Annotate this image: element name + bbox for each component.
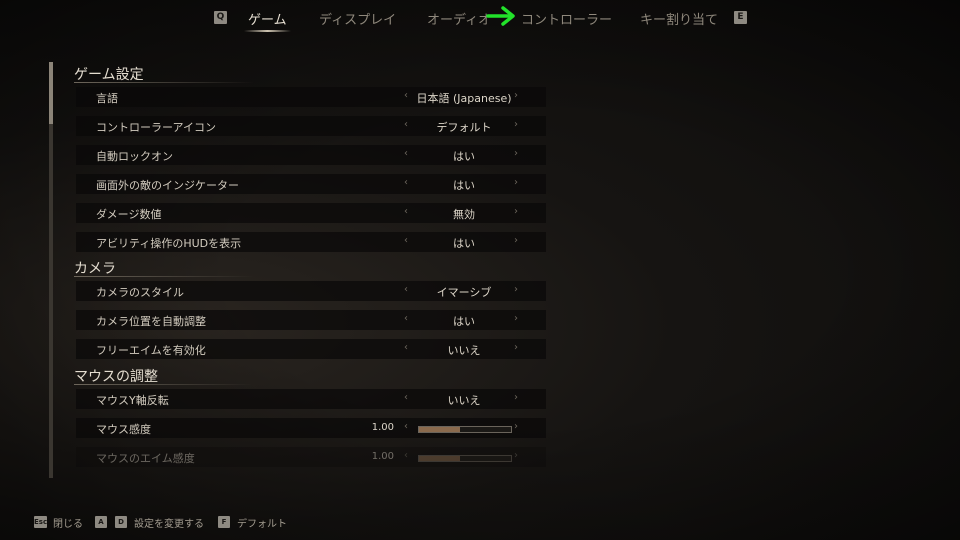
setting-row-language[interactable]: 言語 ‹ 日本語 (Japanese) › xyxy=(76,87,546,107)
tab-audio[interactable]: オーディオ xyxy=(427,9,491,28)
chevron-left-icon[interactable]: ‹ xyxy=(404,342,408,353)
slider-fill xyxy=(419,456,461,461)
setting-label: 自動ロックオン xyxy=(96,150,173,163)
setting-value: イマーシブ xyxy=(436,286,492,299)
chevron-left-icon[interactable]: ‹ xyxy=(404,206,408,217)
chevron-right-icon[interactable]: › xyxy=(514,148,518,159)
close-hint[interactable]: 閉じる xyxy=(53,515,83,530)
setting-value: 日本語 (Japanese) xyxy=(416,92,512,105)
slider-fill xyxy=(419,427,461,432)
chevron-left-icon[interactable]: ‹ xyxy=(404,235,408,246)
green-arrow-icon xyxy=(486,6,515,26)
setting-label: アビリティ操作のHUDを表示 xyxy=(96,237,242,250)
section-title-mouse: マウスの調整 xyxy=(74,369,158,385)
default-hint[interactable]: デフォルト xyxy=(237,515,287,530)
chevron-right-icon[interactable]: › xyxy=(514,177,518,188)
sensitivity-slider[interactable] xyxy=(418,426,512,433)
section-title-camera: カメラ xyxy=(74,261,116,277)
setting-label: マウスのエイム感度 xyxy=(96,452,195,465)
scrollbar-thumb[interactable] xyxy=(49,62,53,124)
chevron-right-icon[interactable]: › xyxy=(514,421,518,432)
tab-game[interactable]: ゲーム xyxy=(244,9,291,32)
setting-row-mouse-invert-y[interactable]: マウスY軸反転 ‹ いいえ › xyxy=(76,389,546,409)
chevron-right-icon[interactable]: › xyxy=(514,284,518,295)
setting-row-damage-numbers[interactable]: ダメージ数値 ‹ 無効 › xyxy=(76,203,546,223)
f-key-badge: F xyxy=(218,516,230,528)
section-divider xyxy=(74,384,254,385)
setting-row-mouse-sensitivity[interactable]: マウス感度 1.00 ‹ › xyxy=(76,418,546,438)
change-setting-hint[interactable]: 設定を変更する xyxy=(134,515,204,530)
setting-label: ダメージ数値 xyxy=(96,208,162,221)
setting-row-free-aim[interactable]: フリーエイムを有効化 ‹ いいえ › xyxy=(76,339,546,359)
chevron-right-icon[interactable]: › xyxy=(514,119,518,130)
d-key-badge: D xyxy=(115,516,127,528)
section-title-game: ゲーム設定 xyxy=(74,67,144,83)
chevron-right-icon[interactable]: › xyxy=(514,313,518,324)
chevron-left-icon[interactable]: ‹ xyxy=(404,148,408,159)
setting-value: はい xyxy=(453,179,475,192)
slider-value: 1.00 xyxy=(371,422,394,433)
chevron-right-icon[interactable]: › xyxy=(514,342,518,353)
section-divider xyxy=(74,82,254,83)
setting-row-camera-auto-adjust[interactable]: カメラ位置を自動調整 ‹ はい › xyxy=(76,310,546,330)
setting-row-controller-icon[interactable]: コントローラーアイコン ‹ デフォルト › xyxy=(76,116,546,136)
setting-row-auto-lockon[interactable]: 自動ロックオン ‹ はい › xyxy=(76,145,546,165)
setting-row-offscreen-indicator[interactable]: 画面外の敵のインジケーター ‹ はい › xyxy=(76,174,546,194)
chevron-left-icon[interactable]: ‹ xyxy=(404,177,408,188)
setting-label: 言語 xyxy=(96,92,118,105)
prev-tab-key[interactable]: Q xyxy=(214,11,227,24)
setting-row-mouse-aim-sensitivity[interactable]: マウスのエイム感度 1.00 ‹ › xyxy=(76,447,546,467)
section-divider xyxy=(74,276,254,277)
chevron-right-icon[interactable]: › xyxy=(514,450,518,461)
setting-label: コントローラーアイコン xyxy=(96,121,217,134)
a-key-badge: A xyxy=(95,516,107,528)
tab-controller[interactable]: コントローラー xyxy=(521,9,612,28)
chevron-right-icon[interactable]: › xyxy=(514,392,518,403)
setting-value: はい xyxy=(453,237,475,250)
chevron-left-icon[interactable]: ‹ xyxy=(404,284,408,295)
setting-value: いいえ xyxy=(447,344,481,357)
chevron-left-icon[interactable]: ‹ xyxy=(404,313,408,324)
next-tab-key[interactable]: E xyxy=(734,11,747,24)
tab-keybindings[interactable]: キー割り当て xyxy=(640,9,718,28)
chevron-left-icon[interactable]: ‹ xyxy=(404,421,408,432)
chevron-right-icon[interactable]: › xyxy=(514,90,518,101)
setting-label: マウス感度 xyxy=(96,423,151,436)
setting-value: いいえ xyxy=(447,394,481,407)
setting-value: デフォルト xyxy=(436,121,492,134)
setting-label: 画面外の敵のインジケーター xyxy=(96,179,239,192)
esc-key-badge: Esc xyxy=(34,516,48,528)
setting-value: はい xyxy=(453,150,475,163)
chevron-left-icon[interactable]: ‹ xyxy=(404,119,408,130)
chevron-left-icon[interactable]: ‹ xyxy=(404,392,408,403)
chevron-left-icon[interactable]: ‹ xyxy=(404,90,408,101)
aim-sensitivity-slider[interactable] xyxy=(418,455,512,462)
setting-value: 無効 xyxy=(453,208,475,221)
setting-label: フリーエイムを有効化 xyxy=(96,344,206,357)
chevron-right-icon[interactable]: › xyxy=(514,235,518,246)
chevron-left-icon[interactable]: ‹ xyxy=(404,450,408,461)
tab-bar: Q ゲーム ディスプレイ オーディオ コントローラー キー割り当て E xyxy=(0,0,960,36)
tab-display[interactable]: ディスプレイ xyxy=(319,9,396,28)
slider-value: 1.00 xyxy=(371,451,394,462)
chevron-right-icon[interactable]: › xyxy=(514,206,518,217)
setting-label: カメラのスタイル xyxy=(96,286,184,299)
setting-row-camera-style[interactable]: カメラのスタイル ‹ イマーシブ › xyxy=(76,281,546,301)
setting-label: マウスY軸反転 xyxy=(96,394,169,407)
scrollbar-track[interactable] xyxy=(49,62,53,478)
setting-value: はい xyxy=(453,315,475,328)
setting-row-ability-hud[interactable]: アビリティ操作のHUDを表示 ‹ はい › xyxy=(76,232,546,252)
setting-label: カメラ位置を自動調整 xyxy=(96,315,206,328)
